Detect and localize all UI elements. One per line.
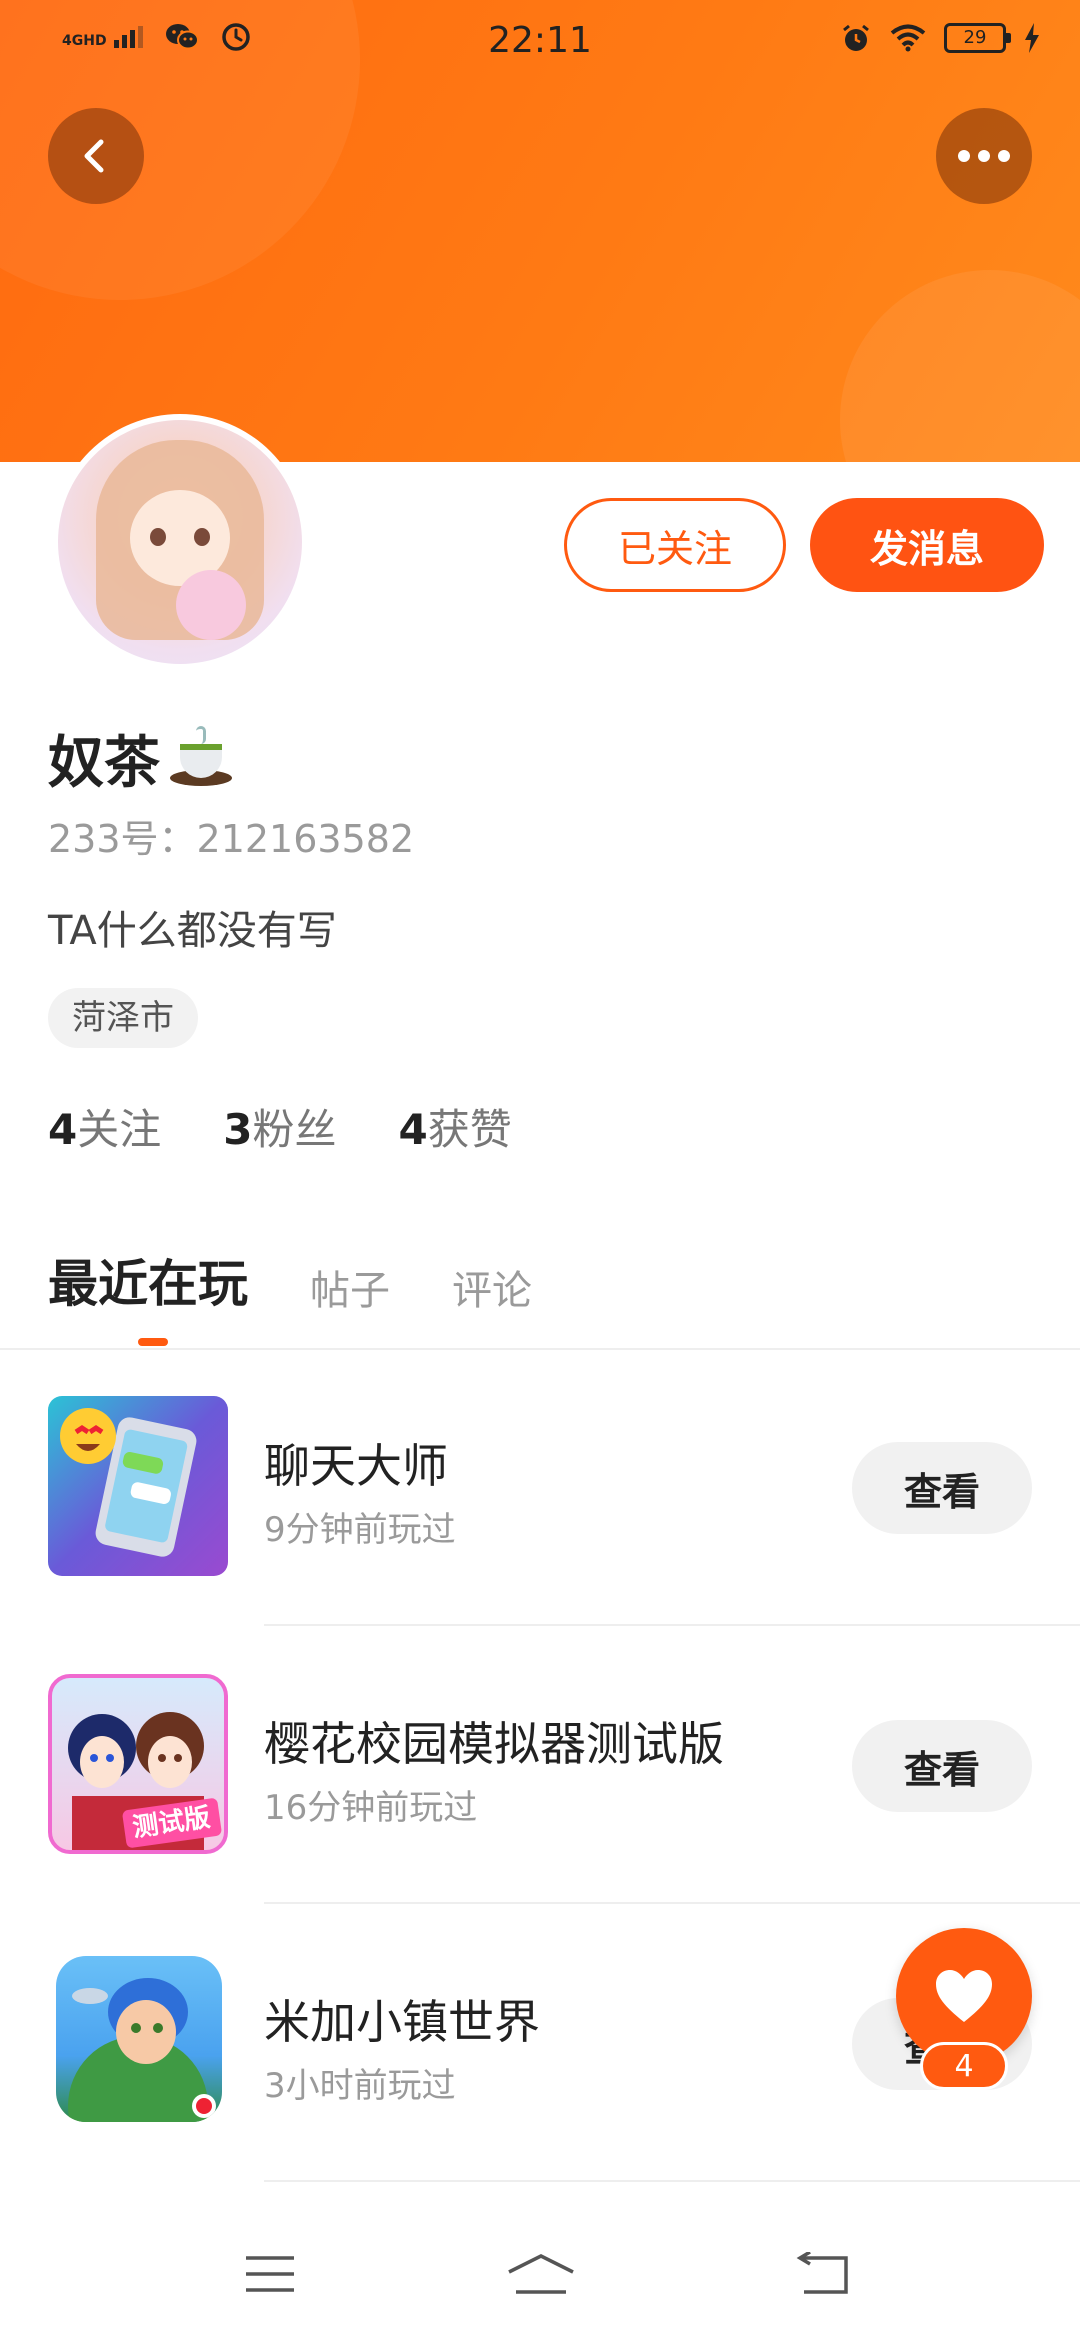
game-title: 米加小镇世界 [264, 1995, 540, 2049]
view-button[interactable]: 查看 [852, 1720, 1032, 1812]
tea-emoji-icon [168, 725, 234, 792]
fans-label: 粉丝 [252, 1105, 337, 1154]
list-item[interactable]: 聊天大师 9分钟前玩过 查看 [0, 1348, 1080, 1626]
game-title: 樱花校园模拟器测试版 [264, 1717, 724, 1771]
game-icon-sakura-school: 测试版 [48, 1674, 228, 1854]
profile-name-row: 奴茶 [48, 718, 234, 799]
status-bar: 4GHD 22:11 29 [0, 0, 1080, 84]
back-nav-icon[interactable] [796, 2252, 852, 2296]
banner-decoration [840, 270, 1080, 462]
avatar[interactable] [52, 414, 308, 670]
back-button[interactable] [48, 108, 144, 204]
heart-icon [936, 1970, 992, 2022]
game-icon-miga-town [56, 1956, 222, 2122]
profile-name: 奴茶 [48, 731, 160, 796]
like-count-badge: 4 [920, 2042, 1008, 2090]
send-message-button[interactable]: 发消息 [810, 498, 1044, 592]
stat-fans[interactable]: 3粉丝 [223, 1096, 336, 1157]
wifi-icon [890, 24, 926, 52]
game-title: 聊天大师 [264, 1439, 448, 1493]
profile-stats: 4关注 3粉丝 4获赞 [48, 1096, 512, 1157]
likes-label: 获赞 [427, 1105, 512, 1154]
more-dots-icon [958, 150, 1010, 162]
user-id: 233号：212163582 [48, 817, 415, 861]
tab-posts[interactable]: 帖子 [310, 1258, 390, 1316]
home-icon[interactable] [506, 2252, 576, 2296]
list-item[interactable]: 测试版 樱花校园模拟器测试版 16分钟前玩过 查看 [0, 1626, 1080, 1904]
recent-games-list: 聊天大师 9分钟前玩过 查看 测试版 樱花校园模拟器测试版 16分钟前玩过 查看 [0, 1348, 1080, 2182]
menu-icon[interactable] [244, 2254, 296, 2294]
divider [264, 2180, 1080, 2182]
stat-following[interactable]: 4关注 [48, 1096, 161, 1157]
active-tab-indicator [138, 1338, 168, 1346]
alarm-icon [843, 24, 869, 51]
more-button[interactable] [936, 108, 1032, 204]
charging-icon [1025, 23, 1039, 53]
stat-likes[interactable]: 4获赞 [399, 1096, 512, 1157]
likes-count: 4 [398, 1105, 428, 1154]
tab-comments[interactable]: 评论 [452, 1258, 532, 1316]
following-count: 4 [48, 1105, 78, 1154]
avatar-image [58, 420, 302, 664]
view-button[interactable]: 查看 [852, 1442, 1032, 1534]
profile-tabs: 最近在玩 帖子 评论 [48, 1244, 532, 1316]
game-last-played: 3小时前玩过 [264, 2066, 456, 2106]
game-icon-chat-master [48, 1396, 228, 1576]
battery-indicator: 29 [944, 23, 1011, 53]
back-arrow-icon [84, 139, 104, 173]
location-tag: 菏泽市 [48, 988, 198, 1048]
user-bio: TA什么都没有写 [48, 908, 337, 954]
system-navigation-bar [0, 2206, 1080, 2340]
game-last-played: 9分钟前玩过 [264, 1510, 456, 1550]
game-last-played: 16分钟前玩过 [264, 1788, 478, 1828]
fans-count: 3 [223, 1105, 253, 1154]
followed-button[interactable]: 已关注 [564, 498, 786, 592]
following-label: 关注 [77, 1105, 162, 1154]
tab-recently-played[interactable]: 最近在玩 [48, 1244, 248, 1316]
